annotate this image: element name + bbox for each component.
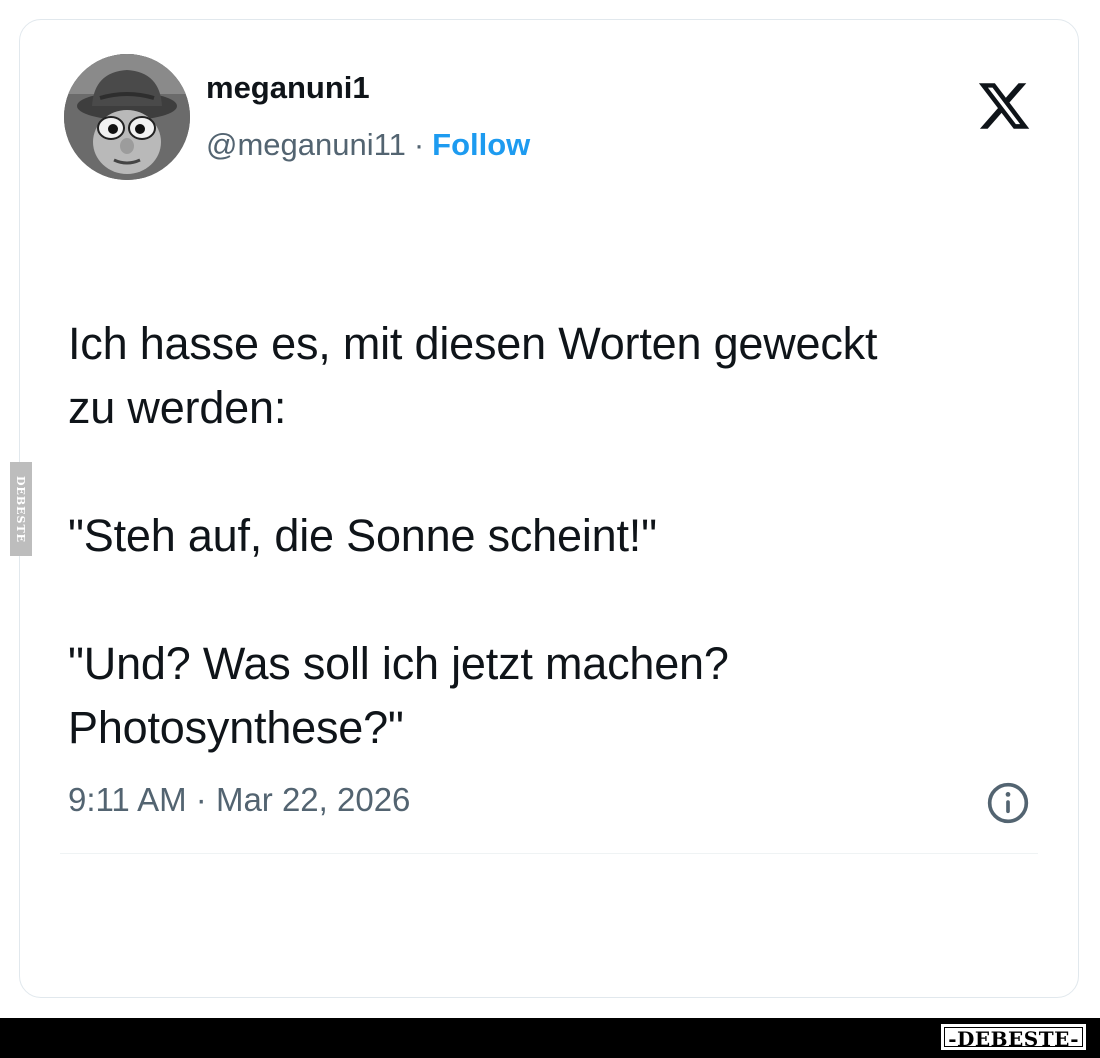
timestamp[interactable]: 9:11 AM · Mar 22, 2026 bbox=[68, 780, 410, 820]
tweet-card: meganuni1 @meganuni11 · Follow Ich hasse e… bbox=[19, 19, 1079, 998]
watermark-badge: -DEBESTE- bbox=[941, 1024, 1086, 1051]
separator: · bbox=[413, 127, 425, 162]
user-handle[interactable]: @meganuni11 bbox=[206, 127, 406, 162]
bottom-bar: -DEBESTE- bbox=[0, 1018, 1100, 1058]
watermark-side: DEBESTE bbox=[10, 462, 32, 556]
handle-row: @meganuni11 · Follow bbox=[206, 127, 530, 163]
follow-button[interactable]: Follow bbox=[432, 127, 530, 162]
watermark-side-text: DEBESTE bbox=[14, 475, 28, 543]
display-name[interactable]: meganuni1 bbox=[206, 70, 370, 106]
divider bbox=[60, 853, 1038, 854]
x-logo-icon[interactable] bbox=[975, 78, 1033, 134]
tweet-text: Ich hasse es, mit diesen Worten geweckt … bbox=[68, 318, 878, 753]
cartoon-character-avatar-icon bbox=[64, 54, 190, 180]
info-icon[interactable] bbox=[986, 781, 1030, 825]
avatar[interactable] bbox=[64, 54, 190, 180]
